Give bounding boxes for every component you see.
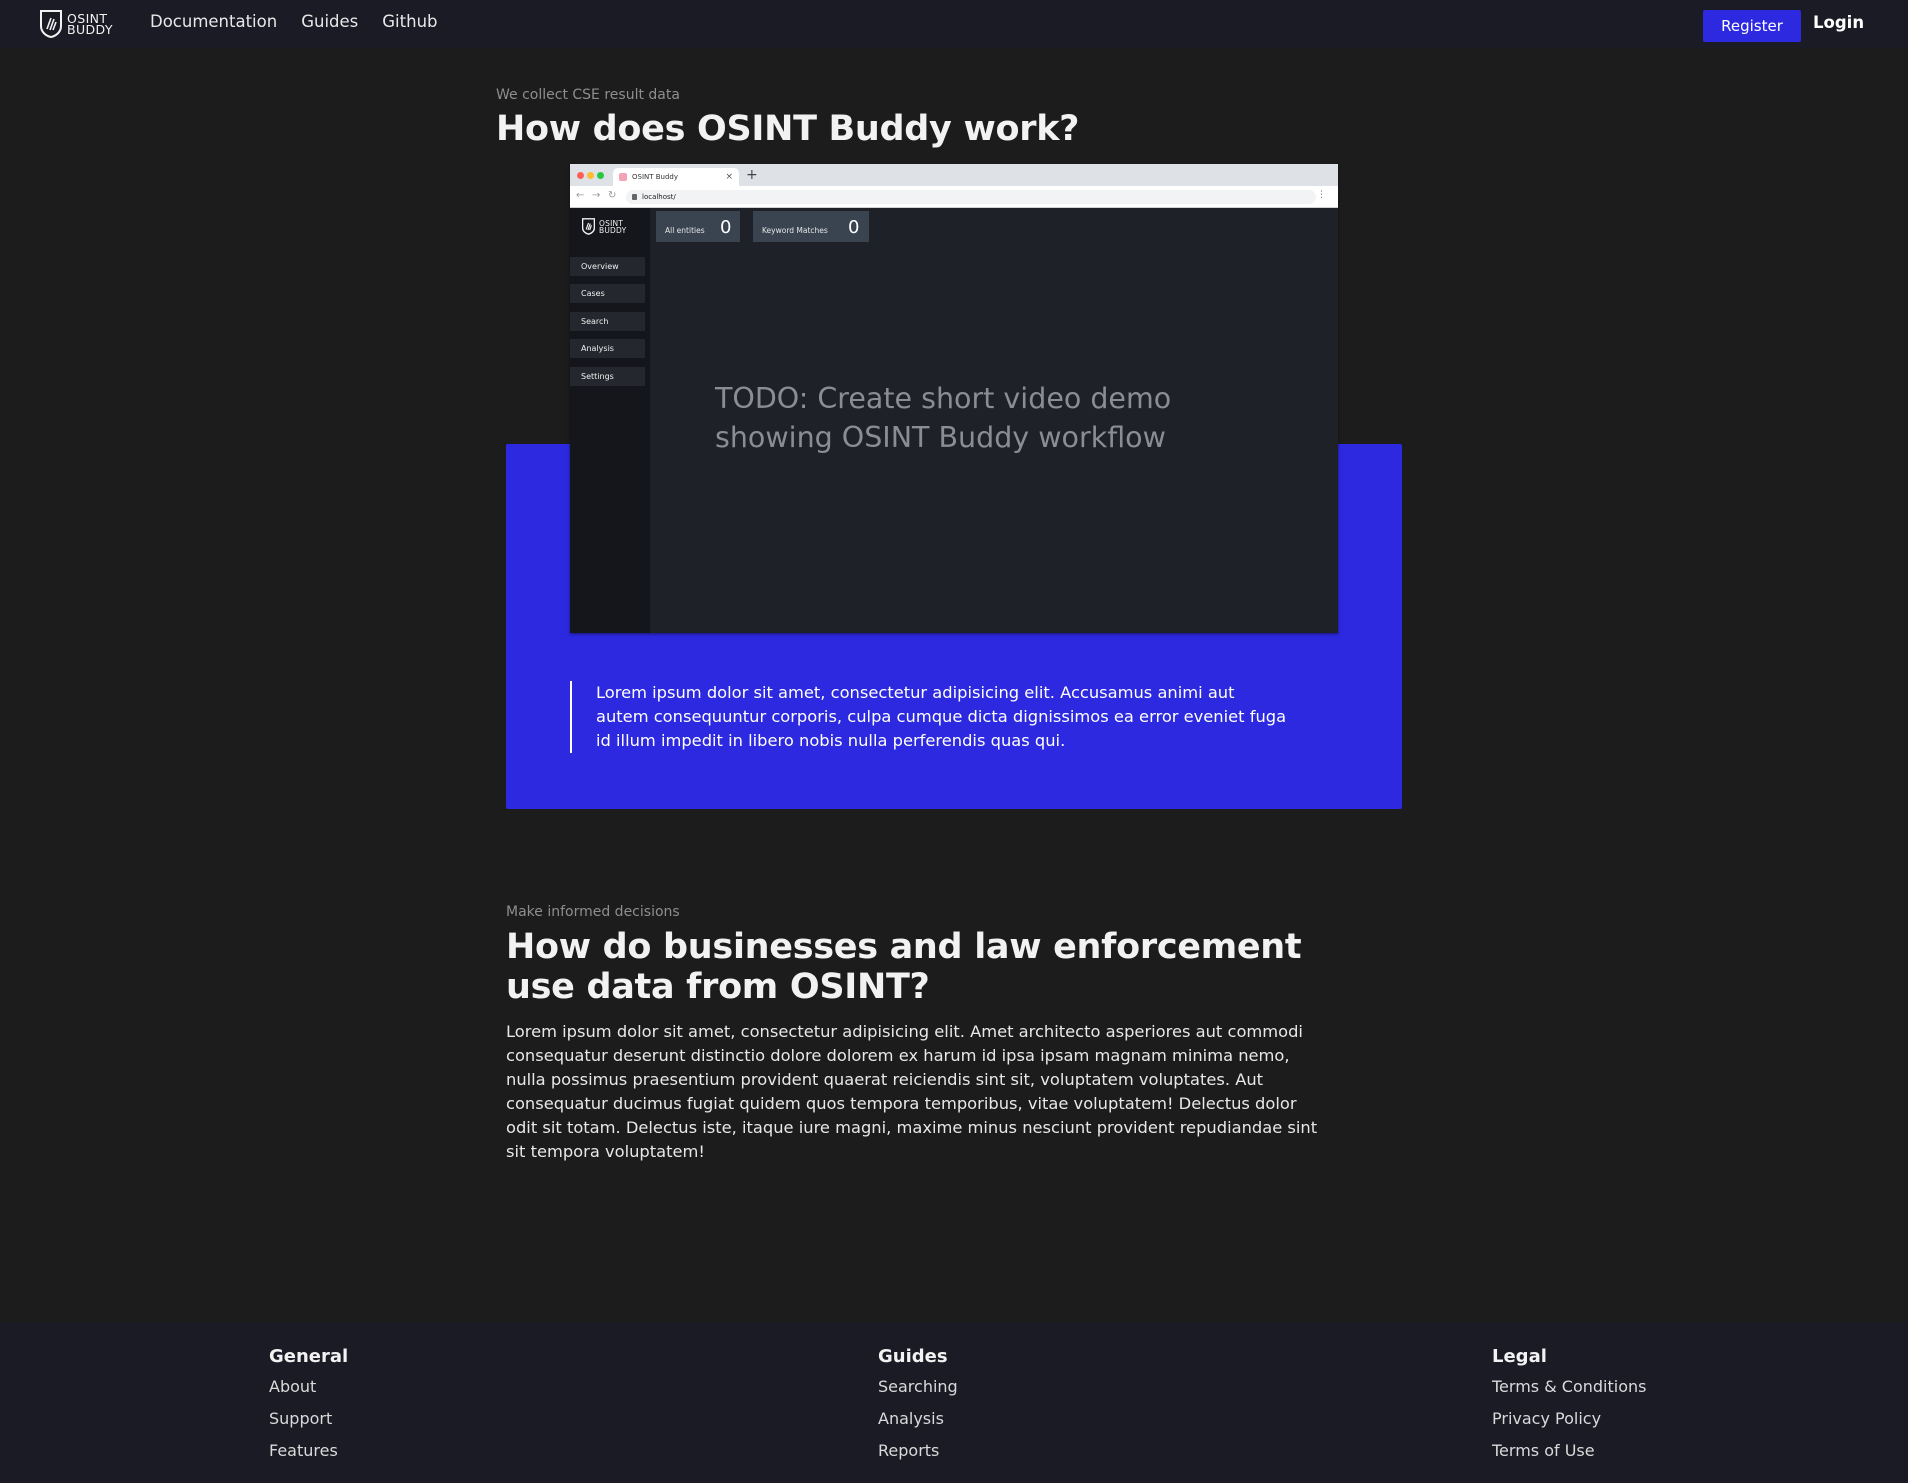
section2-eyebrow: Make informed decisions bbox=[506, 904, 680, 920]
reload-icon: ↻ bbox=[608, 190, 617, 201]
nav-link-guides[interactable]: Guides bbox=[301, 12, 358, 31]
mock-browser-addressbar: ← → ↻ localhost/ ⋮ bbox=[570, 186, 1338, 208]
lock-icon bbox=[632, 194, 637, 200]
footer-link-terms-of-use[interactable]: Terms of Use bbox=[1492, 1441, 1646, 1473]
footer-link-privacy-policy[interactable]: Privacy Policy bbox=[1492, 1409, 1646, 1441]
nav-link-documentation[interactable]: Documentation bbox=[150, 12, 277, 31]
footer-column-legal: Legal Terms & Conditions Privacy Policy … bbox=[1492, 1346, 1646, 1473]
mock-shield-logo-icon bbox=[582, 218, 595, 235]
section2-body: Lorem ipsum dolor sit amet, consectetur … bbox=[506, 1022, 1318, 1161]
tab-close-icon: × bbox=[725, 172, 733, 182]
shield-logo-icon bbox=[40, 10, 62, 38]
mock-browser-tab: OSINT Buddy × bbox=[613, 168, 739, 186]
new-tab-plus-icon: + bbox=[746, 167, 758, 183]
feature-quote: Lorem ipsum dolor sit amet, consectetur … bbox=[570, 681, 1290, 753]
mock-sidebar-item-settings: Settings bbox=[570, 367, 645, 386]
footer-heading-general: General bbox=[269, 1346, 349, 1367]
nav-link-github[interactable]: Github bbox=[382, 12, 437, 31]
register-button[interactable]: Register bbox=[1703, 10, 1801, 42]
footer-heading-legal: Legal bbox=[1492, 1346, 1547, 1367]
mock-stat-value: 0 bbox=[848, 217, 860, 238]
mock-url-text: localhost/ bbox=[642, 193, 676, 201]
back-arrow-icon: ← bbox=[576, 190, 585, 201]
mock-stat-label: Keyword Matches bbox=[762, 226, 828, 235]
window-close-dot-icon bbox=[577, 172, 584, 179]
forward-arrow-icon: → bbox=[592, 190, 601, 201]
footer-column-general: General About Support Features bbox=[269, 1346, 348, 1473]
mock-sidebar-item-overview: Overview bbox=[570, 257, 645, 276]
brand-wordmark: OSINT BUDDY bbox=[67, 12, 113, 37]
top-navbar: OSINT BUDDY Documentation Guides Github … bbox=[0, 0, 1908, 48]
footer-link-support[interactable]: Support bbox=[269, 1409, 348, 1441]
mock-stat-label: All entities bbox=[665, 226, 705, 235]
mock-stat-keyword-matches: Keyword Matches 0 bbox=[753, 211, 869, 242]
brand-line-2: BUDDY bbox=[67, 22, 113, 37]
video-placeholder-text: TODO: Create short video demo showing OS… bbox=[715, 382, 1172, 454]
mock-sidebar-item-search: Search bbox=[570, 312, 645, 331]
footer-link-searching[interactable]: Searching bbox=[878, 1377, 958, 1409]
window-minimize-dot-icon bbox=[587, 172, 594, 179]
footer-link-about[interactable]: About bbox=[269, 1377, 348, 1409]
footer-heading-guides: Guides bbox=[878, 1346, 948, 1367]
mock-stat-all-entities: All entities 0 bbox=[656, 211, 740, 242]
footer-link-reports[interactable]: Reports bbox=[878, 1441, 958, 1473]
site-footer: General About Support Features Guides Se… bbox=[0, 1322, 1908, 1483]
login-link[interactable]: Login bbox=[1813, 13, 1864, 32]
footer-link-analysis[interactable]: Analysis bbox=[878, 1409, 958, 1441]
mock-app-sidebar: OSINT BUDDY Overview Cases Search Analys… bbox=[570, 208, 650, 633]
section1-eyebrow: We collect CSE result data bbox=[496, 87, 680, 103]
brand-logo[interactable]: OSINT BUDDY bbox=[40, 10, 113, 38]
main-nav-links: Documentation Guides Github bbox=[150, 12, 462, 31]
mock-app-wordmark: OSINT BUDDY bbox=[599, 219, 627, 235]
mock-stat-value: 0 bbox=[720, 217, 732, 238]
footer-column-guides: Guides Searching Analysis Reports bbox=[878, 1346, 958, 1473]
section1-title: How does OSINT Buddy work? bbox=[496, 109, 1080, 149]
mock-tab-title: OSINT Buddy bbox=[632, 173, 679, 181]
mock-url-field: localhost/ bbox=[626, 190, 1316, 204]
mock-app-logo: OSINT BUDDY bbox=[582, 218, 626, 235]
section2-title: How do businesses and law enforcement us… bbox=[506, 927, 1302, 1007]
app-preview-screenshot: OSINT Buddy × + ← → ↻ localhost/ ⋮ OSINT… bbox=[570, 164, 1338, 633]
mock-logo-line-2: BUDDY bbox=[599, 225, 627, 235]
window-maximize-dot-icon bbox=[597, 172, 604, 179]
favicon-icon bbox=[619, 173, 627, 181]
footer-link-terms-conditions[interactable]: Terms & Conditions bbox=[1492, 1377, 1646, 1409]
mock-sidebar-item-cases: Cases bbox=[570, 284, 645, 303]
browser-menu-kebab-icon: ⋮ bbox=[1317, 190, 1326, 200]
mock-sidebar-item-analysis: Analysis bbox=[570, 339, 645, 358]
mock-browser-tabbar: OSINT Buddy × + bbox=[570, 164, 1338, 186]
footer-link-features[interactable]: Features bbox=[269, 1441, 348, 1473]
